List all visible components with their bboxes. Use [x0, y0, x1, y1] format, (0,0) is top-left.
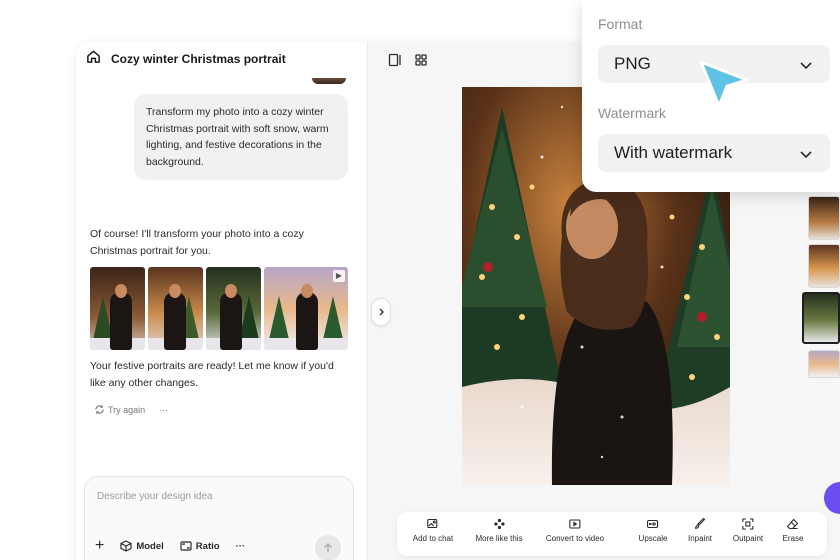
model-button[interactable]: Model	[120, 540, 164, 552]
chat-header: Cozy winter Christmas portrait	[76, 42, 367, 76]
result-thumbnail[interactable]: ▶	[264, 267, 348, 350]
more-like-this-button[interactable]: More like this	[475, 518, 523, 543]
filmstrip-thumbnail[interactable]	[802, 292, 840, 344]
single-view-icon[interactable]	[387, 52, 403, 68]
inpaint-button[interactable]: Inpaint	[688, 518, 712, 543]
ratio-button[interactable]: Ratio	[180, 540, 220, 552]
chat-title: Cozy winter Christmas portrait	[111, 52, 286, 66]
eraser-icon	[787, 518, 799, 530]
upscale-label: Upscale	[638, 534, 668, 543]
chevron-down-icon	[800, 62, 812, 70]
expand-icon	[742, 518, 754, 530]
cube-icon	[120, 540, 132, 552]
try-again-button[interactable]: Try again	[94, 404, 145, 415]
convert-to-video-label: Convert to video	[545, 534, 605, 543]
hd-icon	[647, 519, 659, 529]
convert-to-video-button[interactable]: Convert to video	[546, 518, 604, 543]
pointer-cursor-icon	[699, 60, 749, 108]
send-button[interactable]	[315, 535, 341, 560]
inpaint-label: Inpaint	[687, 534, 713, 543]
prompt-input[interactable]: Describe your design idea	[97, 491, 213, 502]
composer-toolbar: + Model Ratio ···	[95, 537, 245, 555]
filmstrip-thumbnail[interactable]	[808, 196, 840, 240]
chat-panel: Cozy winter Christmas portrait Transform…	[76, 42, 368, 560]
result-thumbnail[interactable]	[206, 267, 261, 350]
ai-message-intro: Of course! I'll transform your photo int…	[90, 228, 304, 257]
home-icon[interactable]	[86, 49, 101, 69]
composer-more-button[interactable]: ···	[236, 541, 246, 552]
format-label: Format	[598, 16, 643, 32]
upscale-button[interactable]: Upscale	[638, 518, 668, 543]
outpaint-button[interactable]: Outpaint	[733, 518, 763, 543]
result-thumbnail[interactable]	[148, 267, 203, 350]
user-message: Transform my photo into a cozy winter Ch…	[134, 94, 348, 180]
watermark-label: Watermark	[598, 105, 666, 121]
play-icon	[569, 519, 581, 529]
result-thumbnails: ▶	[90, 267, 348, 350]
add-button[interactable]: +	[95, 537, 104, 555]
chevron-right-icon	[379, 308, 384, 316]
filmstrip-thumbnail[interactable]	[808, 244, 840, 288]
nodes-icon	[493, 518, 505, 530]
format-value: PNG	[614, 54, 651, 73]
watermark-value: With watermark	[614, 143, 733, 162]
model-label: Model	[136, 540, 164, 552]
add-to-chat-label: Add to chat	[412, 534, 454, 543]
chevron-down-icon	[800, 151, 812, 159]
more-like-this-label: More like this	[475, 534, 523, 543]
aspect-ratio-icon	[180, 541, 192, 551]
image-actions-toolbar: Add to chat More like this Convert to vi…	[397, 512, 827, 556]
arrow-up-icon	[324, 543, 332, 552]
add-to-chat-button[interactable]: Add to chat	[413, 518, 453, 543]
prompt-composer: Describe your design idea + Model Ratio …	[84, 476, 354, 560]
message-actions: Try again ···	[94, 404, 168, 415]
play-icon[interactable]: ▶	[333, 270, 345, 282]
brush-icon	[694, 518, 706, 529]
try-again-label: Try again	[108, 404, 146, 415]
filmstrip-thumbnail[interactable]	[808, 350, 840, 378]
add-image-icon	[427, 518, 438, 529]
grid-view-icon[interactable]	[413, 52, 429, 68]
previous-image-thumbnail[interactable]	[312, 78, 346, 84]
watermark-select[interactable]: With watermark	[598, 134, 830, 172]
collapse-panel-button[interactable]	[371, 298, 391, 326]
more-options-button[interactable]: ···	[159, 405, 168, 415]
ai-message-followup: Your festive portraits are ready! Let me…	[90, 360, 334, 389]
outpaint-label: Outpaint	[732, 534, 764, 543]
refresh-icon	[95, 405, 104, 414]
result-thumbnail[interactable]	[90, 267, 145, 350]
erase-button[interactable]: Erase	[782, 518, 804, 543]
ratio-label: Ratio	[195, 540, 220, 552]
erase-label: Erase	[782, 534, 804, 543]
